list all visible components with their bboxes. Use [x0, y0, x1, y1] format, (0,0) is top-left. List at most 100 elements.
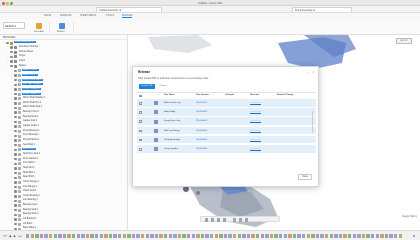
visibility-eye-icon[interactable] — [14, 223, 17, 226]
timeline-feature-icon[interactable] — [389, 233, 393, 239]
tab-surface[interactable]: SURFACE — [60, 14, 71, 17]
timeline-feature-icon[interactable] — [62, 233, 67, 239]
timeline-feature-icon[interactable] — [104, 233, 108, 239]
expand-chevron-icon[interactable]: › — [11, 93, 13, 95]
timeline-feature-icon[interactable] — [380, 233, 384, 239]
visibility-eye-icon[interactable] — [14, 176, 17, 179]
timeline-feature-icon[interactable] — [154, 233, 159, 239]
expand-chevron-icon[interactable]: › — [11, 158, 13, 160]
timeline-feature-icon[interactable] — [182, 233, 186, 239]
timeline-back-icon[interactable]: ◀ — [8, 234, 12, 238]
timeline-feature-icon[interactable] — [30, 233, 34, 239]
timeline-feature-icon[interactable] — [210, 233, 214, 239]
visibility-eye-icon[interactable] — [10, 60, 13, 63]
timeline-feature-icon[interactable] — [352, 233, 356, 239]
zoom-icon[interactable] — [217, 218, 221, 222]
browser-item[interactable]: › Front Bolt:1 — [0, 162, 128, 166]
expand-chevron-icon[interactable]: › — [11, 83, 13, 85]
visibility-eye-icon[interactable] — [14, 102, 17, 105]
row-checkbox[interactable] — [139, 138, 142, 142]
timeline-feature-icon[interactable] — [348, 233, 352, 239]
timeline-feature-icon[interactable] — [237, 233, 241, 239]
visibility-eye-icon[interactable] — [14, 125, 17, 128]
row-checkbox[interactable] — [139, 129, 142, 133]
timeline-feature-icon[interactable] — [145, 233, 149, 239]
timeline-feature-icon[interactable] — [256, 233, 260, 239]
visibility-eye-icon[interactable] — [6, 41, 9, 45]
revision-cell[interactable]: ————— — [250, 111, 261, 113]
timeline-feature-icon[interactable] — [269, 233, 274, 239]
expand-chevron-icon[interactable]: › — [11, 139, 13, 141]
timeline-feature-icon[interactable] — [113, 233, 117, 239]
tab-tools[interactable]: TOOLS — [106, 14, 114, 17]
document-tab-1[interactable]: Untitled Assembly v2 — [96, 7, 162, 12]
timeline-end-icon[interactable]: ⏭ — [18, 234, 22, 238]
browser-item[interactable]: › Motor Shaft Seal:1 — [0, 106, 128, 110]
timeline-feature-icon[interactable] — [306, 233, 310, 239]
column-part-name[interactable]: Part Name — [164, 94, 175, 96]
browser-item[interactable]: › Gasket Inlet:1 — [0, 120, 128, 124]
timeline-feature-icon[interactable] — [288, 233, 292, 239]
timeline-feature-icon[interactable] — [81, 233, 85, 239]
timeline-feature-icon[interactable] — [279, 233, 283, 239]
expand-chevron-icon[interactable]: › — [11, 223, 13, 225]
visibility-eye-icon[interactable] — [14, 88, 17, 91]
visibility-eye-icon[interactable] — [14, 130, 17, 133]
timeline-feature-icon[interactable] — [366, 233, 370, 239]
timeline-feature-icon[interactable] — [329, 233, 333, 239]
visibility-eye-icon[interactable] — [14, 204, 17, 207]
revision-cell[interactable]: ————— — [250, 130, 261, 132]
timeline-feature-icon[interactable] — [76, 233, 80, 239]
document-tab-2[interactable]: Pump Assembly v1 — [292, 7, 352, 12]
timeline-play-icon[interactable]: ▶ — [13, 234, 17, 238]
timeline-feature-icon[interactable] — [44, 233, 48, 239]
visibility-eye-icon[interactable] — [14, 111, 17, 114]
timeline-feature-icon[interactable] — [265, 233, 269, 239]
timeline-feature-icon[interactable] — [297, 233, 301, 239]
visibility-eye-icon[interactable] — [10, 55, 13, 59]
timeline-feature-icon[interactable] — [177, 233, 182, 239]
timeline-feature-icon[interactable] — [49, 233, 53, 239]
table-row[interactable]: Motor Cover Cap PN-000001 ————— — [137, 99, 316, 108]
browser-item[interactable]: › Pump Housing:1 — [0, 87, 128, 92]
visibility-eye-icon[interactable] — [14, 181, 17, 184]
table-row[interactable]: Pump Front Cap PN-000003 ————— — [137, 117, 316, 126]
browser-item[interactable]: › Pump Impeller:1 — [0, 92, 128, 96]
browser-item[interactable]: › Shaft Bolt:1 — [0, 171, 128, 175]
visibility-eye-icon[interactable] — [10, 50, 13, 54]
expand-chevron-icon[interactable]: › — [7, 65, 9, 67]
browser-item[interactable]: › Shaft Nut:1 — [0, 167, 128, 171]
timeline-feature-icon[interactable] — [302, 233, 306, 239]
expand-chevron-icon[interactable]: › — [11, 200, 13, 202]
timeline-feature-icon[interactable] — [164, 233, 168, 239]
tab-sheet-metal[interactable]: SHEET METAL — [80, 14, 96, 17]
timeline-feature-icon[interactable] — [384, 233, 389, 239]
timeline-feature-icon[interactable] — [334, 233, 338, 239]
browser-item[interactable]: › Bearing Rear:1 — [0, 115, 128, 119]
browser-item[interactable]: › Outlet Seal:1 — [0, 190, 128, 194]
display-settings-icon[interactable] — [233, 218, 237, 222]
browser-item[interactable]: › Pump Bearing:1 — [0, 129, 128, 133]
timeline-feature-icon[interactable] — [141, 233, 145, 239]
expand-chevron-icon[interactable]: › — [11, 74, 13, 76]
column-lifecycle[interactable]: Lifecycle — [225, 94, 234, 96]
expand-chevron-icon[interactable]: › — [11, 190, 13, 192]
expand-chevron-icon[interactable]: › — [7, 46, 9, 48]
visibility-eye-icon[interactable] — [14, 190, 17, 193]
close-dialog-icon[interactable]: × — [312, 70, 314, 74]
release-icon[interactable] — [36, 23, 42, 29]
visibility-eye-icon[interactable] — [14, 171, 17, 175]
column-related-change[interactable]: Related Change — [277, 94, 294, 96]
create-pdf-button[interactable]: Create PDF — [139, 84, 155, 89]
timeline-feature-icon[interactable] — [361, 233, 366, 239]
browser-item[interactable]: › Document Settings — [0, 46, 128, 50]
visibility-eye-icon[interactable] — [14, 143, 17, 147]
expand-chevron-icon[interactable]: › — [11, 69, 13, 71]
timeline-feature-icon[interactable] — [371, 233, 375, 239]
timeline-feature-icon[interactable] — [127, 233, 131, 239]
timeline-feature-icon[interactable] — [338, 233, 343, 239]
browser-item[interactable]: › Seal Ring:1 — [0, 143, 128, 147]
timeline-feature-icon[interactable] — [118, 233, 122, 239]
expand-chevron-icon[interactable]: › — [11, 135, 13, 137]
visibility-eye-icon[interactable] — [14, 106, 17, 110]
